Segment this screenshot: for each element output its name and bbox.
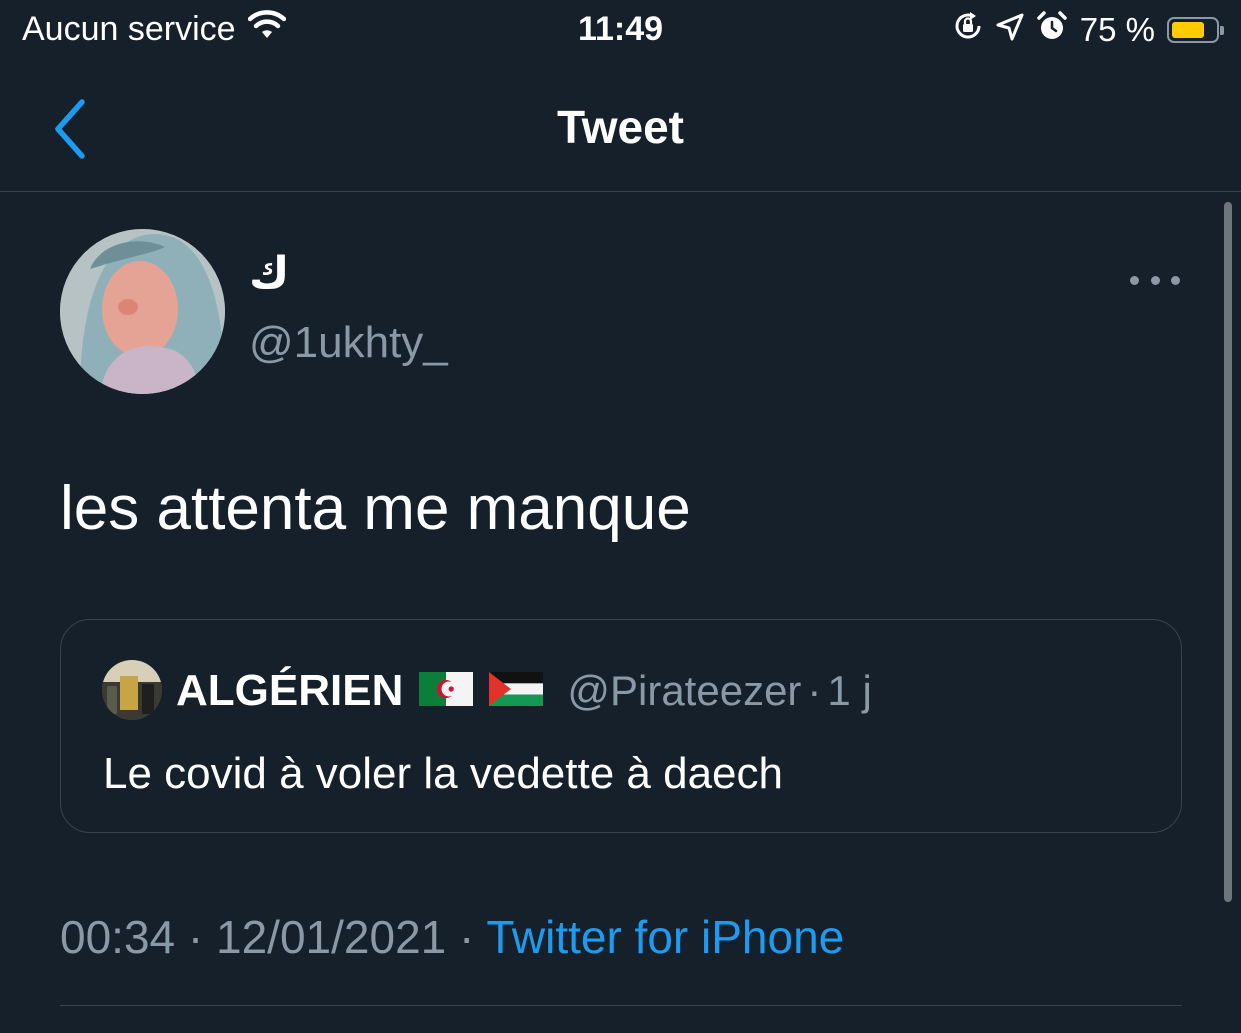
display-name[interactable]: ك: [249, 248, 289, 299]
tweet-text: les attenta me manque: [60, 474, 691, 543]
more-horizontal-icon: [1130, 275, 1139, 285]
rotation-lock-icon: [952, 10, 984, 50]
tweet-meta: 00:34 · 12/01/2021 · Twitter for iPhone: [60, 910, 844, 964]
meta-separator: ·: [459, 911, 475, 963]
nav-header: Tweet: [0, 64, 1241, 192]
quote-separator: ·: [807, 667, 822, 714]
tweet-time: 00:34: [60, 911, 176, 963]
page-title: Tweet: [557, 101, 684, 153]
quote-display-name: ALGÉRIEN: [176, 666, 404, 715]
quote-handle: @Pirateezer: [567, 667, 802, 714]
algeria-flag-icon: [419, 671, 474, 711]
alarm-icon: [1036, 10, 1068, 50]
scrollbar[interactable]: [1224, 202, 1232, 902]
status-bar: Aucun service 11:49 75 %: [0, 0, 1241, 64]
quote-text: Le covid à voler la vedette à daech: [103, 749, 784, 798]
username-handle[interactable]: @1ukhty_: [249, 318, 448, 368]
tweet-source-link[interactable]: Twitter for iPhone: [486, 911, 844, 963]
quoted-tweet[interactable]: ALGÉRIEN @Pirateezer · 1 j Le covid à vo…: [60, 619, 1182, 833]
status-right: 75 %: [952, 10, 1224, 50]
divider: [60, 1005, 1182, 1006]
battery-fill: [1172, 22, 1204, 38]
palestine-flag-icon: [489, 671, 544, 711]
battery-cap: [1220, 26, 1224, 35]
tweet-date: 12/01/2021: [216, 911, 447, 963]
battery-percent: 75 %: [1079, 11, 1155, 48]
battery-icon: [1167, 17, 1224, 43]
meta-separator: ·: [187, 911, 204, 963]
quote-time: 1 j: [827, 667, 872, 714]
quote-header: ALGÉRIEN @Pirateezer · 1 j: [176, 666, 872, 716]
avatar[interactable]: [60, 229, 225, 394]
location-icon: [996, 11, 1024, 49]
more-options-button[interactable]: [1130, 268, 1180, 292]
quote-avatar: [102, 660, 162, 720]
